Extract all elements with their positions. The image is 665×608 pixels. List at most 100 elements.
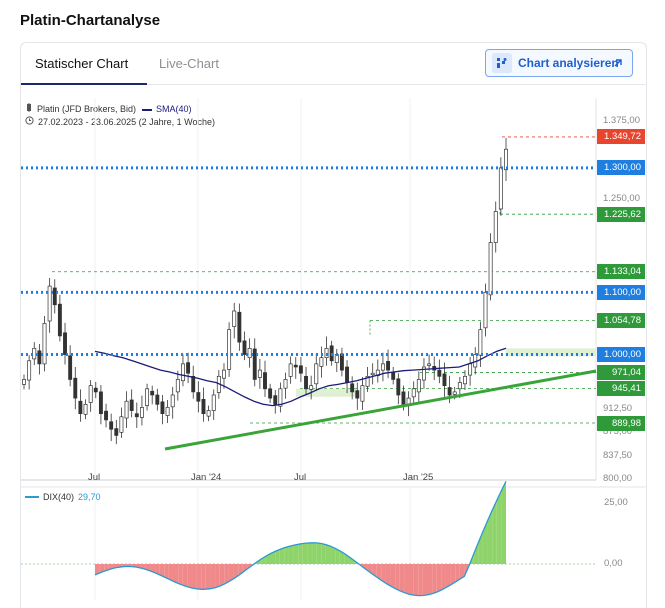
candle-body: [93, 387, 98, 393]
price-tag-green: 1.133,04: [597, 264, 645, 280]
candle-body: [57, 303, 62, 337]
dix-fill: [187, 564, 192, 589]
candle-body: [22, 379, 26, 385]
dix-fill: [395, 564, 400, 591]
x-tick-label: Jul: [88, 472, 101, 483]
dix-fill: [399, 564, 405, 593]
dix-fill: [215, 564, 220, 588]
candle-body: [134, 413, 139, 418]
candle-body: [52, 287, 57, 306]
candle-body: [386, 361, 391, 371]
indicator-tick-label: 25,00: [604, 497, 628, 508]
y-tick-label: 800,00: [603, 473, 633, 484]
dix-fill: [173, 564, 179, 584]
candle-body: [350, 383, 355, 393]
candle-body: [478, 329, 483, 356]
candle-body: [109, 421, 114, 430]
candle-body: [73, 377, 78, 399]
candle-body: [181, 363, 185, 382]
candle-body: [201, 399, 206, 415]
candle-body: [247, 347, 252, 359]
candle-body: [263, 372, 267, 390]
dix-fill: [191, 564, 197, 589]
candle-body: [273, 395, 278, 405]
price-tag-green: 889,98: [597, 415, 645, 431]
candle-body: [114, 428, 119, 436]
candle-body: [355, 390, 360, 399]
candle-body: [196, 392, 201, 402]
candle-body: [242, 340, 247, 355]
candle-body: [283, 379, 288, 389]
candle-body: [211, 394, 216, 411]
candle-body: [468, 363, 473, 376]
indicator-legend: DIX(40) 29,70: [25, 492, 101, 502]
dix-fill: [288, 545, 294, 564]
candle-body: [63, 332, 67, 355]
candle-body: [370, 372, 375, 376]
dix-fill: [196, 564, 202, 590]
candle-body: [232, 310, 237, 327]
candle-body: [437, 369, 442, 377]
dix-fill: [168, 564, 174, 582]
dix-fill: [436, 564, 442, 593]
candle-body: [319, 357, 324, 367]
candle-body: [32, 347, 37, 360]
dix-fill: [210, 564, 216, 589]
candle-body: [186, 362, 191, 374]
y-tick-label: 1.375,00: [603, 115, 640, 127]
trend-line: [164, 369, 597, 451]
dix-fill: [312, 542, 317, 564]
candle-body: [145, 388, 150, 406]
candle-body: [37, 350, 42, 365]
candle-body: [457, 382, 462, 390]
candle-body: [191, 375, 196, 393]
dix-fill: [307, 542, 313, 564]
candle-body: [78, 400, 83, 415]
candle-body: [314, 363, 319, 385]
dix-fill: [390, 564, 396, 589]
indicator-value: 29,70: [78, 492, 101, 502]
dix-fill: [441, 564, 446, 591]
dix-fill: [321, 543, 326, 564]
dix-fill: [445, 564, 451, 588]
candle-body: [442, 373, 447, 387]
candle-body: [345, 366, 349, 383]
candle-body: [175, 379, 180, 393]
candle-body: [47, 285, 52, 322]
dix-fill: [413, 564, 419, 596]
dix-fill: [501, 481, 506, 564]
dix-fill: [418, 564, 423, 596]
candle-body: [447, 387, 452, 396]
price-tag-blue: 1.000,00: [597, 347, 645, 363]
price-tag-red: 1.349,72: [597, 129, 645, 145]
price-tag-green: 1.225,62: [597, 206, 645, 222]
price-tag-green: 971,04: [597, 365, 645, 381]
candle-body: [165, 407, 170, 416]
dix-fill: [385, 564, 391, 587]
dix-fill: [284, 546, 289, 564]
candle-body: [129, 399, 134, 411]
candle-body: [124, 400, 129, 419]
indicator-name: DIX(40): [43, 492, 75, 502]
price-tag-green: 1.054,78: [597, 312, 645, 328]
dix-fill: [325, 544, 331, 564]
candle-body: [278, 388, 283, 407]
candle-body: [98, 391, 103, 415]
candle-body: [27, 360, 32, 381]
candle-body: [339, 353, 344, 371]
dix-fill: [409, 564, 414, 596]
price-tag-blue: 1.100,00: [597, 284, 645, 300]
candle-body: [252, 348, 257, 380]
indicator-tick-label: 0,00: [604, 558, 623, 569]
candle-body: [360, 385, 365, 402]
dix-legend-swatch: [25, 496, 39, 498]
price-chart[interactable]: [0, 0, 665, 608]
dix-fill: [404, 564, 410, 595]
dix-fill: [178, 564, 183, 586]
dix-fill: [224, 564, 229, 585]
dix-fill: [432, 564, 437, 594]
candle-body: [401, 391, 406, 405]
candle-body: [268, 388, 273, 399]
dix-fill: [330, 546, 336, 564]
candle-body: [42, 323, 47, 365]
